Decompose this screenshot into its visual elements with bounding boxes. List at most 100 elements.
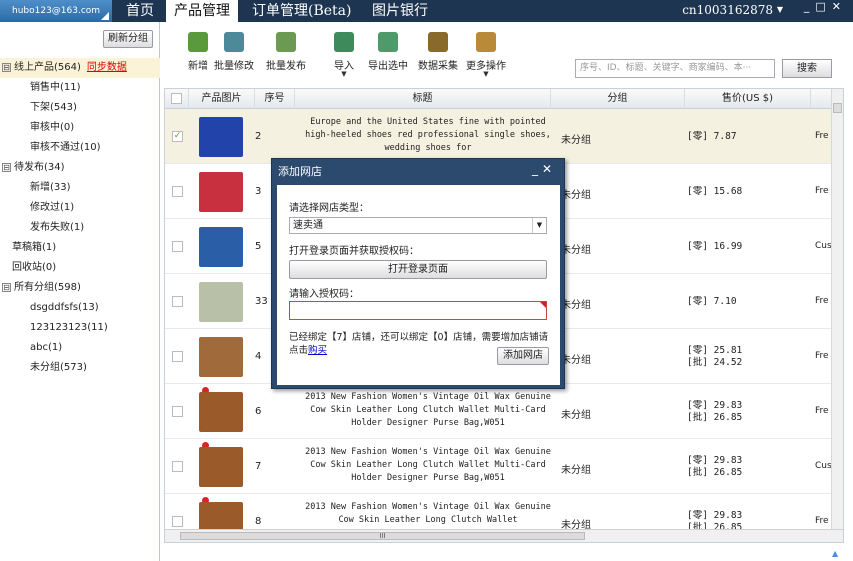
tab-products[interactable]: 产品管理 — [166, 0, 238, 22]
row-checkbox[interactable] — [172, 241, 183, 252]
hscroll-thumb[interactable]: III — [180, 532, 585, 540]
row-shipping: Cus — [815, 461, 832, 471]
table-row[interactable]: 7 2013 New Fashion Women's Vintage Oil Wa… — [165, 439, 832, 494]
tree-node[interactable]: 销售中(11) — [0, 78, 160, 98]
more-icon — [476, 32, 496, 52]
product-image[interactable] — [199, 337, 243, 377]
tree-node-label: abc(1) — [30, 342, 63, 353]
tab-orders[interactable]: 订单管理(Beta) — [244, 0, 359, 22]
more-button[interactable]: 更多操作 ▼ — [466, 32, 506, 78]
toolbar-button-label: 批量修改 — [214, 61, 254, 72]
row-seq: 8 — [255, 516, 262, 527]
user-name[interactable]: cn1003162878 — [682, 0, 773, 20]
row-checkbox[interactable] — [172, 186, 183, 197]
tree-node[interactable]: abc(1) — [0, 338, 160, 358]
collapse-icon[interactable]: ⊟ — [2, 162, 11, 172]
row-price-retail: [零] 15.68 — [687, 186, 743, 197]
product-image[interactable] — [199, 172, 243, 212]
row-price-retail: [零] 29.83 — [687, 510, 743, 521]
toolbar: 新增 批量修改 批量发布 导入 ▼ 导出选中 数据采集 更多操作 ▼ 序号、ID、标题、关键字、… — [160, 22, 853, 86]
header-price: 售价(US $) — [685, 89, 811, 109]
buy-link[interactable]: 购买 — [308, 345, 327, 356]
tree-node[interactable]: ⊟ 所有分组(598) — [0, 278, 160, 298]
tree-node-label: 待发布(34) — [14, 162, 65, 173]
window-controls[interactable]: _□✕ — [804, 0, 847, 14]
tree-node-label: 修改过(1) — [30, 202, 75, 213]
tree-node-label: 回收站(0) — [12, 262, 57, 273]
row-checkbox[interactable] — [172, 351, 183, 362]
search-button[interactable]: 搜索 — [782, 59, 832, 78]
table-header: 产品图片 序号 标题 分组 售价(US $) — [165, 89, 843, 109]
tree-node-label: 下架(543) — [30, 102, 77, 113]
tree-node[interactable]: 新增(33) — [0, 178, 160, 198]
row-shipping: Fre — [815, 296, 829, 306]
tab-image-bank[interactable]: 图片银行 — [364, 0, 436, 22]
collapse-icon[interactable]: ⊟ — [2, 282, 11, 292]
row-group: 未分组 — [561, 190, 591, 201]
row-checkbox[interactable] — [172, 461, 183, 472]
account-label[interactable]: hubo123@163.com — [0, 0, 112, 22]
row-checkbox[interactable] — [172, 516, 183, 527]
search-input[interactable]: 序号、ID、标题、关键字、商家编码、本··· — [575, 59, 775, 78]
add-button[interactable]: 新增 — [188, 32, 208, 72]
sync-data-link[interactable]: 同步数据 — [87, 62, 127, 73]
collapse-icon[interactable]: ⊟ — [2, 62, 11, 72]
collect-button[interactable]: 数据采集 — [418, 32, 458, 72]
horizontal-scrollbar[interactable]: III — [165, 529, 843, 542]
tree-node[interactable]: 发布失败(1) — [0, 218, 160, 238]
export-button[interactable]: 导出选中 — [368, 32, 408, 72]
header-checkbox[interactable] — [165, 89, 189, 109]
product-image[interactable] — [199, 282, 243, 322]
tree-node-label: 未分组(573) — [30, 362, 87, 373]
open-login-button[interactable]: 打开登录页面 — [289, 260, 547, 279]
table-row[interactable]: ✓ 2 Europe and the United States fine with… — [165, 109, 832, 164]
tree-node-label: 123123123(11) — [30, 322, 108, 333]
row-seq: 6 — [255, 406, 262, 417]
auth-code-input[interactable] — [289, 301, 547, 320]
chevron-down-icon[interactable]: ▼ — [532, 218, 546, 233]
scroll-up-icon[interactable]: ▲ — [832, 549, 838, 558]
product-image[interactable] — [199, 447, 243, 487]
tree-node[interactable]: 未分组(573) — [0, 358, 160, 378]
edit-button[interactable]: 批量修改 — [214, 32, 254, 72]
tree-node[interactable]: ⊟ 待发布(34) — [0, 158, 160, 178]
user-dropdown-icon[interactable]: ▼ — [777, 0, 783, 20]
tab-home[interactable]: 首页 — [118, 0, 162, 22]
header-image: 产品图片 — [189, 89, 255, 109]
row-group: 未分组 — [561, 245, 591, 256]
product-image[interactable] — [199, 392, 243, 432]
tree-node-label: 审核中(0) — [30, 122, 75, 133]
tree-node[interactable]: 修改过(1) — [0, 198, 160, 218]
dialog-title: 添加网店 — [278, 165, 322, 178]
add-store-button[interactable]: 添加网店 — [497, 347, 549, 365]
edit-icon — [224, 32, 244, 52]
tree-node-label: 发布失败(1) — [30, 222, 85, 233]
account-name: hubo123@163.com — [12, 6, 101, 16]
row-price-retail: [零] 16.99 — [687, 241, 743, 252]
product-image[interactable] — [199, 227, 243, 267]
store-type-label: 请选择网店类型： — [289, 203, 369, 214]
toolbar-button-label: 新增 — [188, 61, 208, 72]
tree-node[interactable]: 回收站(0) — [0, 258, 160, 278]
row-shipping: Fre — [815, 406, 829, 416]
tree-node[interactable]: 草稿箱(1) — [0, 238, 160, 258]
tree-node[interactable]: ⊟ 线上产品(564) 同步数据 — [0, 58, 160, 78]
tree-node[interactable]: 审核不通过(10) — [0, 138, 160, 158]
refresh-groups-button[interactable]: 刷新分组 — [103, 30, 153, 48]
row-title: 2013 New Fashion Women's Vintage Oil Wax… — [305, 502, 551, 525]
table-row[interactable]: 6 2013 New Fashion Women's Vintage Oil Wa… — [165, 384, 832, 439]
product-image[interactable] — [199, 117, 243, 157]
store-type-select[interactable]: 速卖通 ▼ — [289, 217, 547, 234]
tree-node[interactable]: 123123123(11) — [0, 318, 160, 338]
tree-node[interactable]: dsgddfsfs(13) — [0, 298, 160, 318]
dialog-controls[interactable]: _✕ — [532, 162, 556, 176]
import-button[interactable]: 导入 ▼ — [334, 32, 354, 78]
row-checkbox[interactable] — [172, 296, 183, 307]
vertical-scrollbar[interactable] — [831, 89, 843, 529]
row-checkbox[interactable] — [172, 406, 183, 417]
tree-node[interactable]: 下架(543) — [0, 98, 160, 118]
publish-button[interactable]: 批量发布 — [266, 32, 306, 72]
row-shipping: Fre — [815, 186, 829, 196]
tree-node[interactable]: 审核中(0) — [0, 118, 160, 138]
row-checkbox[interactable]: ✓ — [172, 131, 183, 142]
